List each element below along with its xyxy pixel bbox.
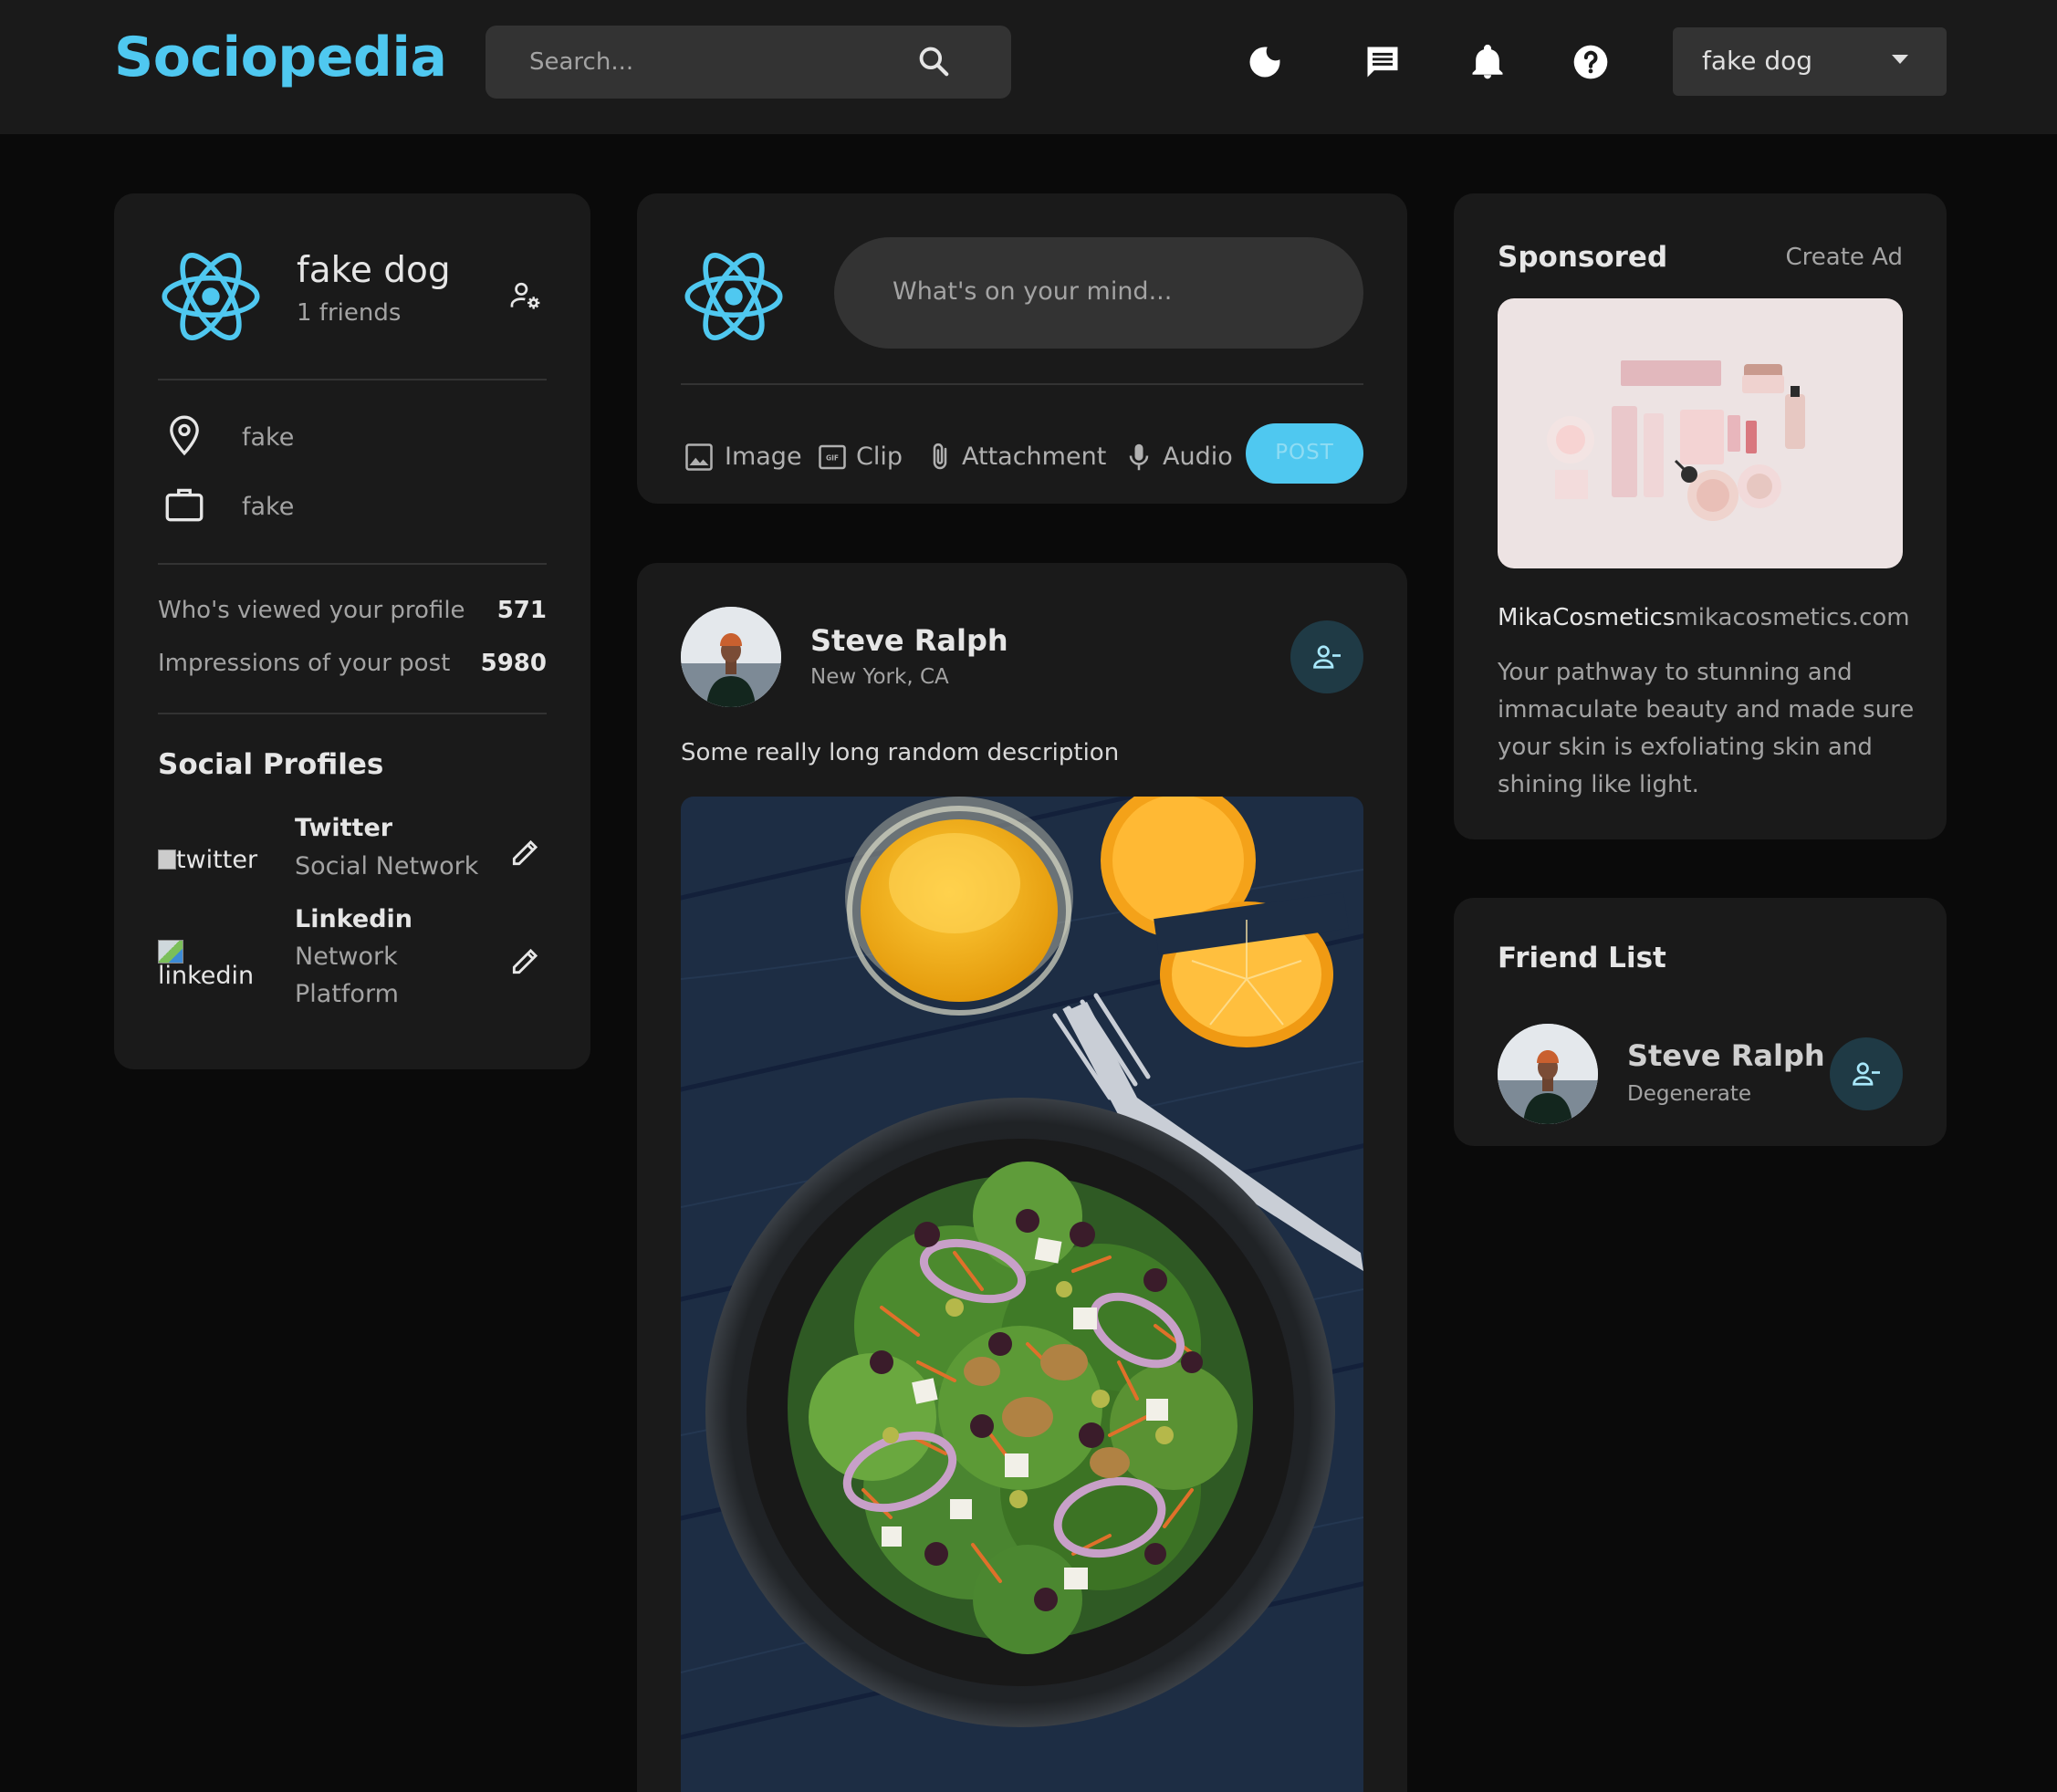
- post-card: Steve Ralph New York, CA Some really lon…: [637, 563, 1407, 1792]
- user-dropdown[interactable]: fake dog: [1673, 27, 1947, 96]
- user-dropdown-label: fake dog: [1702, 46, 1813, 76]
- twitter-logo-placeholder: twitter: [158, 846, 257, 874]
- author-avatar[interactable]: [681, 607, 781, 707]
- attachment-button[interactable]: Attachment: [924, 438, 1115, 474]
- mic-icon: [1129, 443, 1149, 471]
- react-logo-avatar[interactable]: [158, 244, 264, 349]
- twitter-type: Social Network: [295, 852, 479, 880]
- broken-image-icon: [158, 940, 183, 964]
- location-icon: [170, 415, 199, 456]
- remove-friend-button[interactable]: [1290, 620, 1363, 693]
- work-icon: [165, 488, 204, 522]
- user-widget: fake dog 1 friends fake fake Who's viewe…: [114, 193, 590, 1069]
- ad-image[interactable]: [1498, 298, 1903, 568]
- profile-name[interactable]: fake dog: [297, 250, 451, 291]
- occupation-text: fake: [242, 493, 295, 521]
- viewed-label: Who's viewed your profile: [158, 597, 465, 624]
- sponsored-card: Sponsored Create Ad MikaCosmeticsmikacos…: [1454, 193, 1947, 839]
- post-input[interactable]: What's on your mind...: [834, 237, 1363, 349]
- divider: [681, 383, 1363, 385]
- linkedin-type-line2: Platform: [295, 980, 399, 1008]
- search-icon[interactable]: [916, 44, 951, 78]
- ad-brand: MikaCosmeticsmikacosmetics.com: [1498, 604, 1910, 631]
- post-input-placeholder: What's on your mind...: [893, 277, 1173, 306]
- location-text: fake: [242, 423, 295, 452]
- react-logo-avatar: [684, 253, 783, 340]
- ad-url[interactable]: mikacosmetics.com: [1675, 604, 1909, 631]
- caret-down-icon: [1892, 55, 1908, 64]
- impressions-label: Impressions of your post: [158, 650, 451, 677]
- message-icon[interactable]: [1363, 42, 1403, 82]
- friend-list-card: Friend List Steve Ralph Degenerate: [1454, 898, 1947, 1146]
- person-remove-icon: [1313, 645, 1341, 669]
- linkedin-label: Linkedin: [295, 905, 413, 933]
- post-button[interactable]: POST: [1246, 423, 1363, 484]
- audio-label: Audio: [1163, 443, 1233, 471]
- friend-photo: [1498, 1024, 1598, 1124]
- friend-count: 1 friends: [297, 299, 402, 327]
- friend-avatar[interactable]: [1498, 1024, 1598, 1124]
- impressions-value: 5980: [480, 650, 547, 677]
- linkedin-type-line1: Network: [295, 943, 398, 971]
- social-item-twitter: twitter Twitter Social Network: [158, 814, 550, 896]
- post-author-name[interactable]: Steve Ralph: [810, 623, 1008, 658]
- author-photo: [681, 607, 781, 707]
- divider: [158, 379, 547, 380]
- divider: [158, 713, 547, 714]
- remove-friend-button[interactable]: [1830, 1037, 1903, 1110]
- ad-description: Your pathway to stunning and immaculate …: [1498, 659, 1915, 798]
- clip-label: Clip: [856, 443, 903, 471]
- image-label: Image: [725, 443, 802, 471]
- post-composer: What's on your mind... Image GIF Clip At…: [637, 193, 1407, 504]
- gif-icon: GIF: [819, 444, 846, 470]
- social-profiles-title: Social Profiles: [158, 748, 384, 781]
- edit-twitter-icon[interactable]: [508, 835, 543, 870]
- broken-image-icon: [158, 849, 176, 870]
- svg-text:GIF: GIF: [826, 453, 839, 462]
- twitter-label: Twitter: [295, 814, 393, 842]
- divider: [158, 563, 547, 565]
- image-icon: [685, 443, 713, 471]
- help-icon[interactable]: [1571, 42, 1611, 82]
- navbar: Sociopedia fake dog: [0, 0, 2057, 134]
- search-input[interactable]: [529, 26, 931, 99]
- linkedin-logo-placeholder: linkedin: [158, 962, 255, 990]
- bell-icon[interactable]: [1467, 42, 1508, 82]
- friend-subtitle: Degenerate: [1627, 1082, 1752, 1106]
- create-ad-link[interactable]: Create Ad: [1786, 244, 1904, 271]
- post-author-location: New York, CA: [810, 665, 949, 689]
- post-image[interactable]: [681, 797, 1363, 1792]
- image-button[interactable]: Image: [683, 438, 806, 474]
- attachment-icon: [933, 443, 947, 470]
- clip-button[interactable]: GIF Clip: [816, 438, 907, 474]
- viewed-value: 571: [496, 597, 547, 624]
- friend-list-title: Friend List: [1498, 942, 1666, 974]
- manage-accounts-icon[interactable]: [508, 278, 543, 313]
- edit-linkedin-icon[interactable]: [508, 943, 543, 978]
- social-item-linkedin: linkedin Linkedin Network Platform: [158, 905, 550, 1024]
- attachment-label: Attachment: [962, 443, 1107, 471]
- moon-icon[interactable]: [1245, 42, 1285, 82]
- logo[interactable]: Sociopedia: [114, 26, 447, 89]
- audio-button[interactable]: Audio: [1122, 438, 1241, 474]
- sponsored-title: Sponsored: [1498, 241, 1668, 274]
- person-remove-icon: [1853, 1062, 1880, 1086]
- post-button-label: POST: [1275, 441, 1334, 464]
- friend-name[interactable]: Steve Ralph: [1627, 1038, 1825, 1073]
- post-description: Some really long random description: [681, 739, 1120, 766]
